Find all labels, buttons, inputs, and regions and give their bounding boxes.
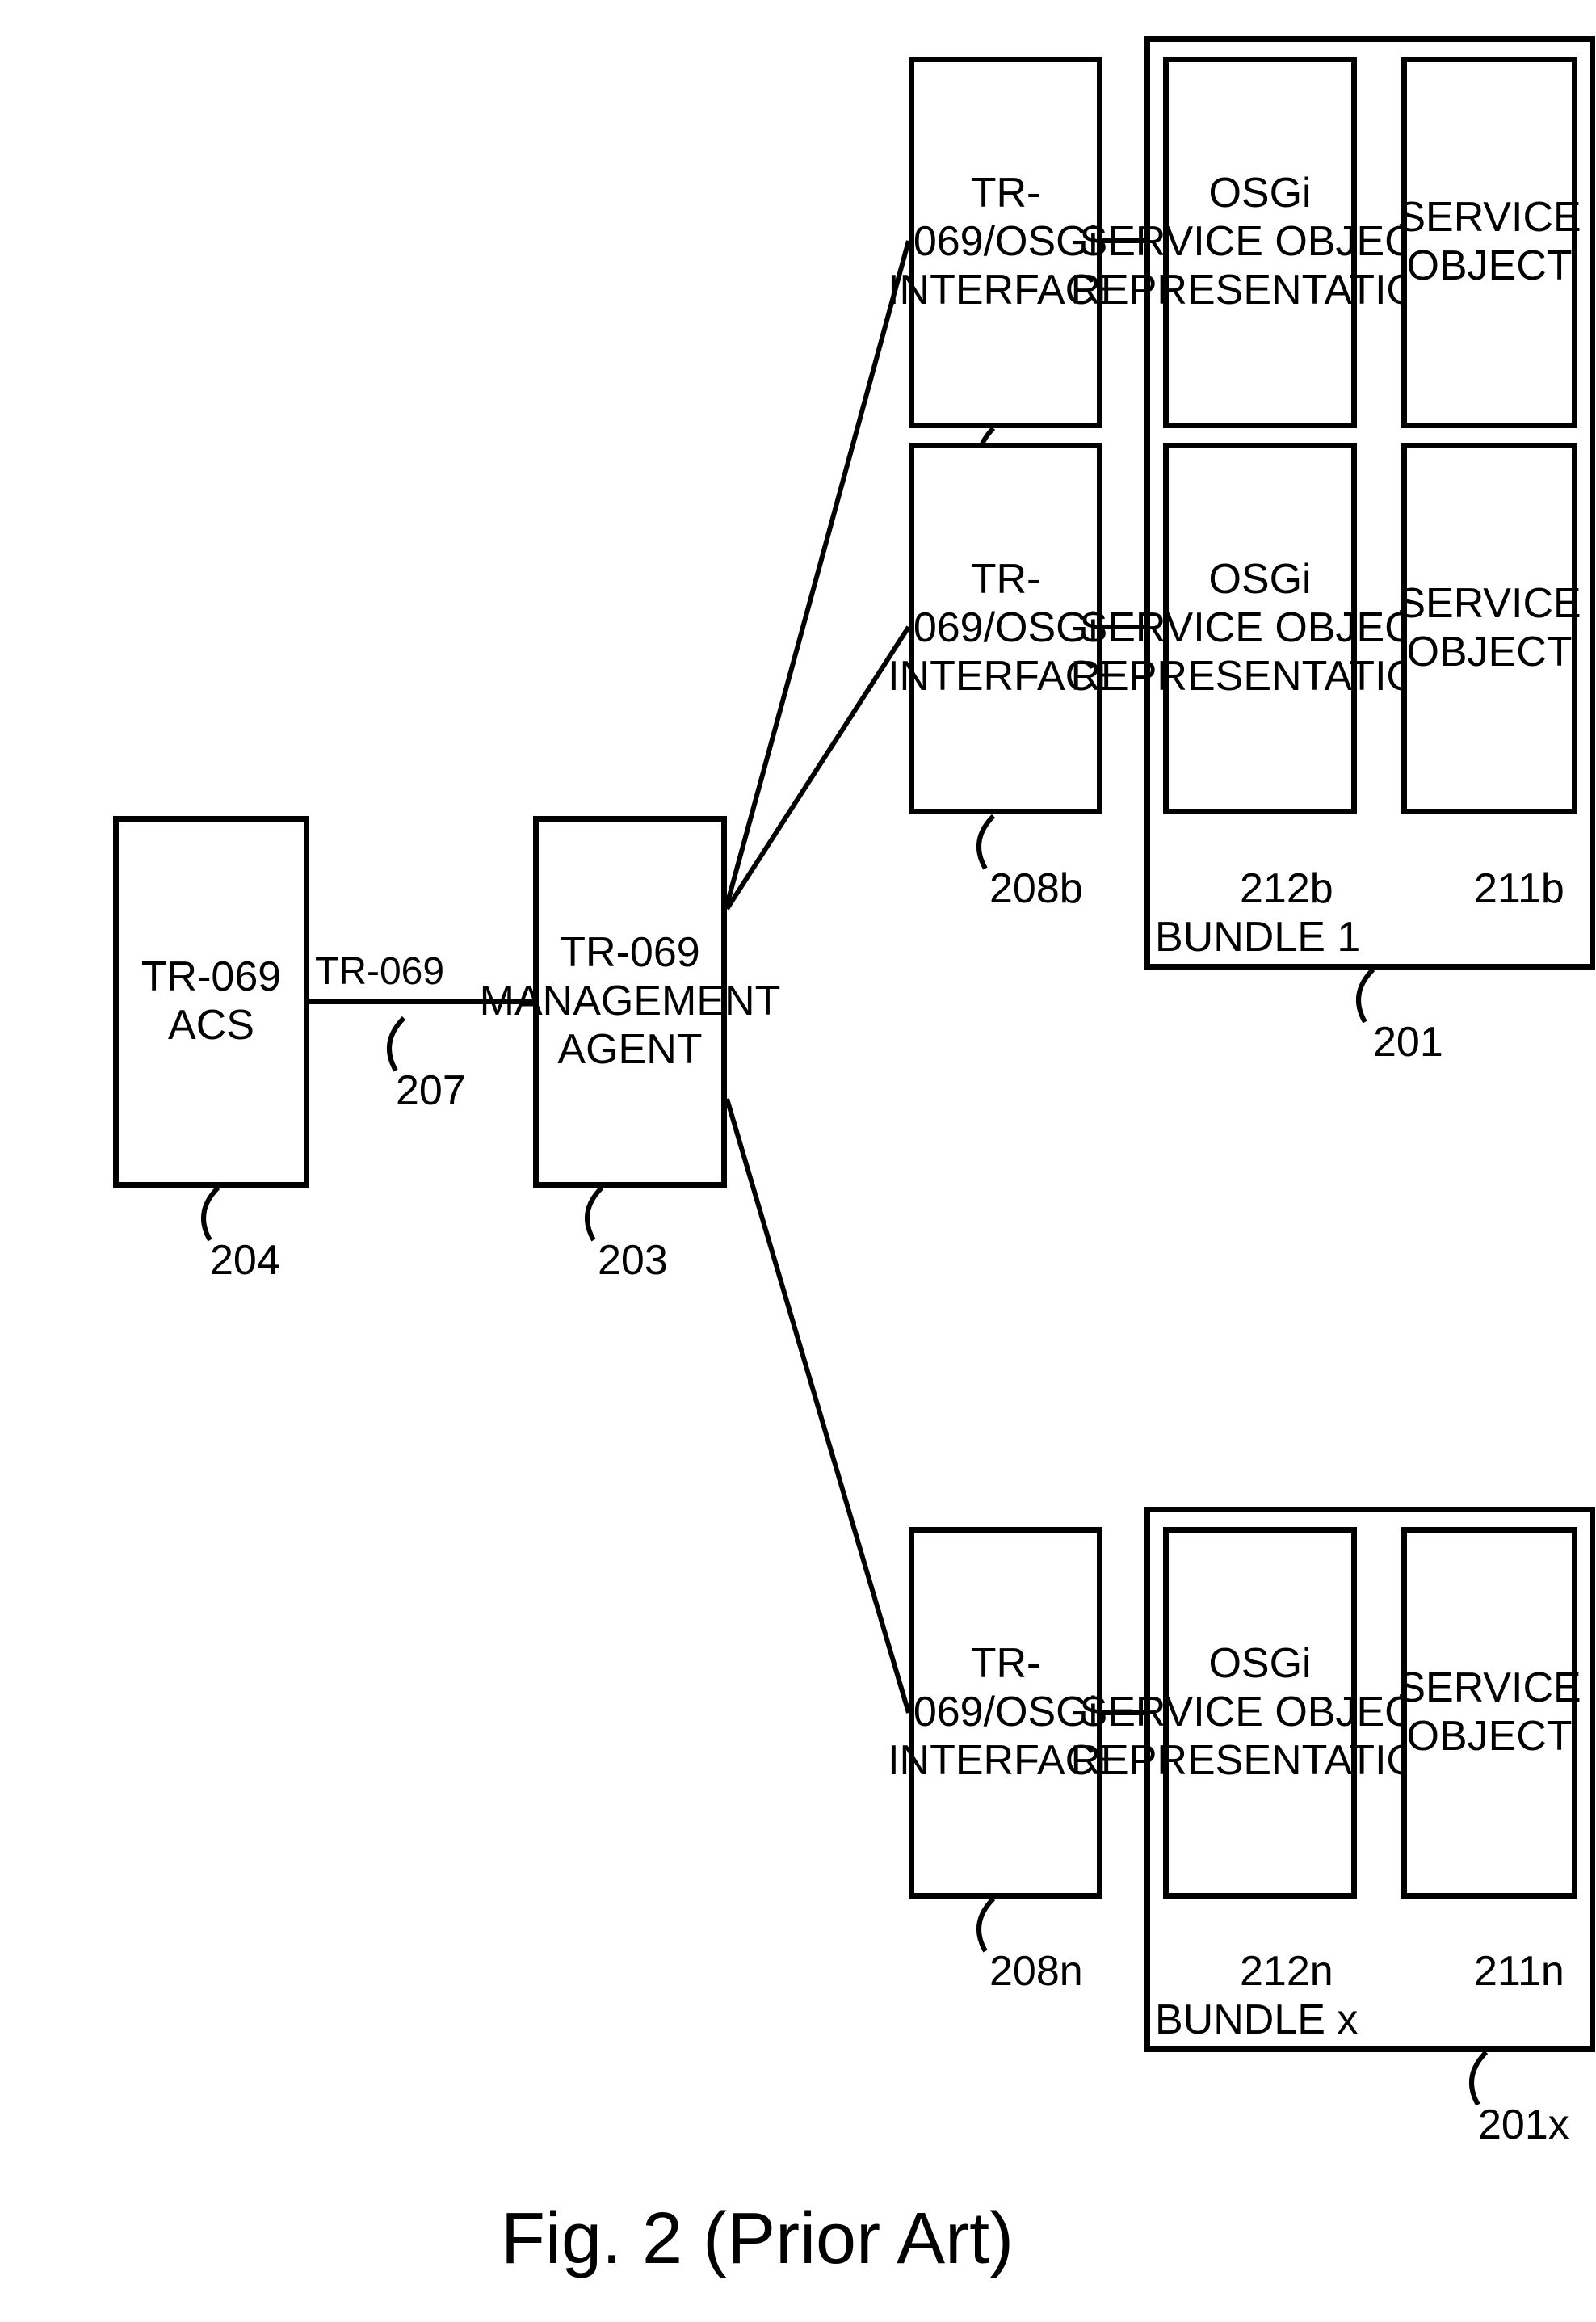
acs-ref: 204 — [210, 1236, 280, 1285]
tr069-link-label: TR-069 — [315, 949, 444, 994]
service-obj-n-box: SERVICE OBJECT — [1401, 1527, 1577, 1899]
service-obj-b-label: SERVICE OBJECT — [1391, 580, 1587, 677]
service-obj-a-label: SERVICE OBJECT — [1391, 194, 1587, 291]
interface-n-ref: 208n — [989, 1947, 1083, 1996]
service-obj-a-box: SERVICE OBJECT — [1401, 57, 1577, 428]
figure-caption: Fig. 2 (Prior Art) — [501, 2198, 1014, 2281]
bundle-1-ref: 201 — [1373, 1018, 1443, 1066]
agent-label: TR-069MANAGEMENTAGENT — [473, 929, 788, 1074]
service-obj-b-ref: 211b — [1474, 864, 1564, 913]
osgi-a-box: OSGiSERVICE OBJECTREPRESENTATION — [1163, 57, 1357, 428]
acs-box: TR-069ACS — [113, 816, 309, 1188]
osgi-b-box: OSGiSERVICE OBJECTREPRESENTATION — [1163, 443, 1357, 814]
bundle-x-ref: 201x — [1478, 2101, 1569, 2149]
bundle-x-name: BUNDLE x — [1155, 1996, 1358, 2044]
acs-label: TR-069ACS — [135, 953, 288, 1050]
agent-ref: 203 — [598, 1236, 668, 1285]
service-obj-n-label: SERVICE OBJECT — [1391, 1664, 1587, 1761]
service-obj-b-box: SERVICE OBJECT — [1401, 443, 1577, 814]
osgi-n-box: OSGiSERVICE OBJECTREPRESENTATION — [1163, 1527, 1357, 1899]
tr069-link-ref: 207 — [396, 1066, 466, 1115]
diagram-canvas: TR-069ACS 204 TR-069 207 TR-069MANAGEMEN… — [0, 0, 1596, 2322]
interface-b-ref: 208b — [989, 864, 1083, 913]
bundle-1-name: BUNDLE 1 — [1155, 913, 1360, 961]
agent-box: TR-069MANAGEMENTAGENT — [533, 816, 727, 1188]
service-obj-n-ref: 211n — [1474, 1947, 1564, 1996]
osgi-b-ref: 212b — [1240, 864, 1334, 913]
osgi-n-ref: 212n — [1240, 1947, 1334, 1996]
